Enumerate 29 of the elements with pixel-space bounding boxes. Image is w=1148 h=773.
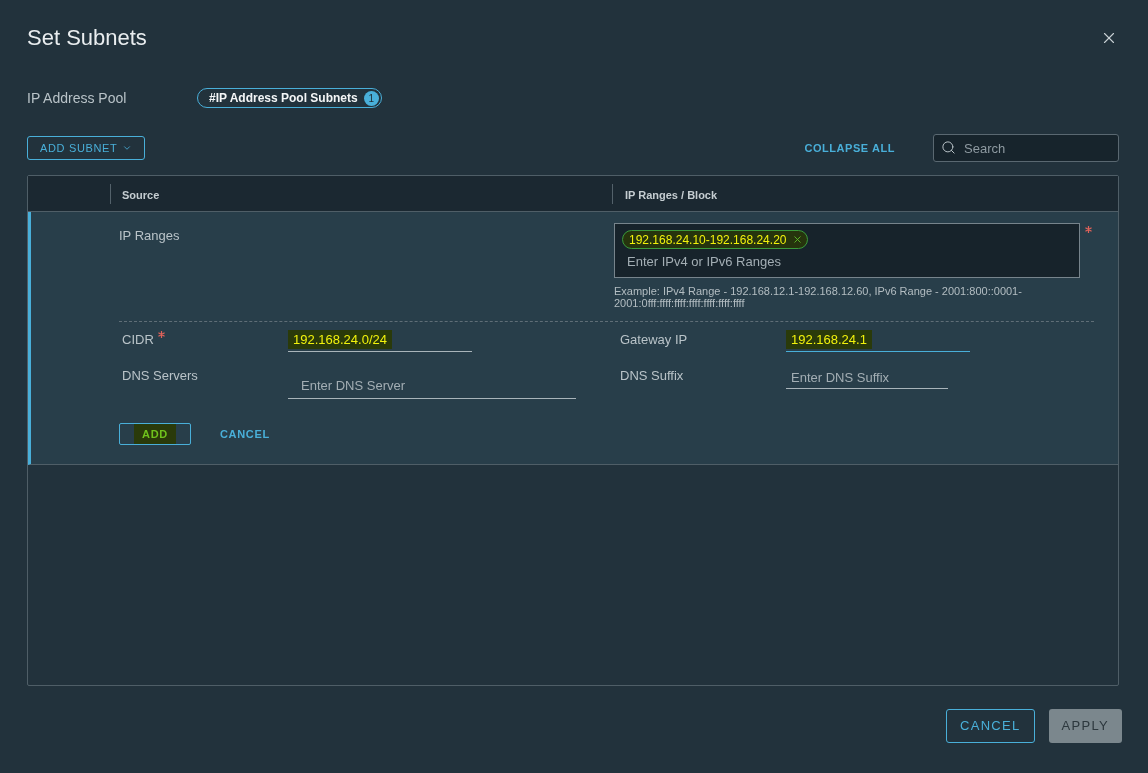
search-field[interactable]: Search [933,134,1119,162]
cancel-button[interactable]: CANCEL [946,709,1035,743]
text-field[interactable]: Enter DNS Server [288,364,576,399]
field-label: CIDR [122,331,154,349]
ip-ranges-field[interactable]: 192.168.24.10-192.168.24.20 Enter IPv4 or IPv6 Ranges [614,223,1080,278]
text-field[interactable]: Enter DNS Suffix [786,364,948,389]
column-header: IP Ranges / Block [625,188,718,201]
tag-label: #IP Address Pool Subnets [209,90,358,107]
dialog-title: Set Subnets [27,24,147,52]
cancel-link[interactable]: CANCEL [220,423,270,445]
field-label: DNS Servers [122,367,198,385]
caret-icon [121,143,132,153]
field-label: Gateway IP [620,331,688,349]
collapse-all-link[interactable]: COLLAPSE ALL [804,139,895,157]
count-badge: 1 [363,90,379,106]
search-icon [941,140,956,155]
text-field[interactable]: 192.168.24.0/24 [288,328,472,352]
range-input[interactable]: Enter IPv4 or IPv6 Ranges [622,253,1062,271]
field-label: IP Address Pool [27,88,128,108]
column-header: Source [122,188,160,201]
field-label: IP Ranges [119,228,180,243]
tag-label: 192.168.24.10-192.168.24.20 [629,231,787,249]
add-button[interactable]: ADD [119,423,191,445]
remove-tag-button[interactable] [792,234,804,245]
add-subnet-button[interactable]: ADD SUBNET [27,136,145,160]
field-label: DNS Suffix [620,367,684,385]
hint-text: Example: IPv4 Range - 192.168.12.1-192.168.12.60, IPv6 Range - 2001:800::0001- 2001:0fff:ffff:ffff:ffff:ffff:ffff:ffff [614,285,1023,309]
text-field[interactable]: 192.168.24.1 [786,328,970,352]
x-icon [792,234,804,245]
